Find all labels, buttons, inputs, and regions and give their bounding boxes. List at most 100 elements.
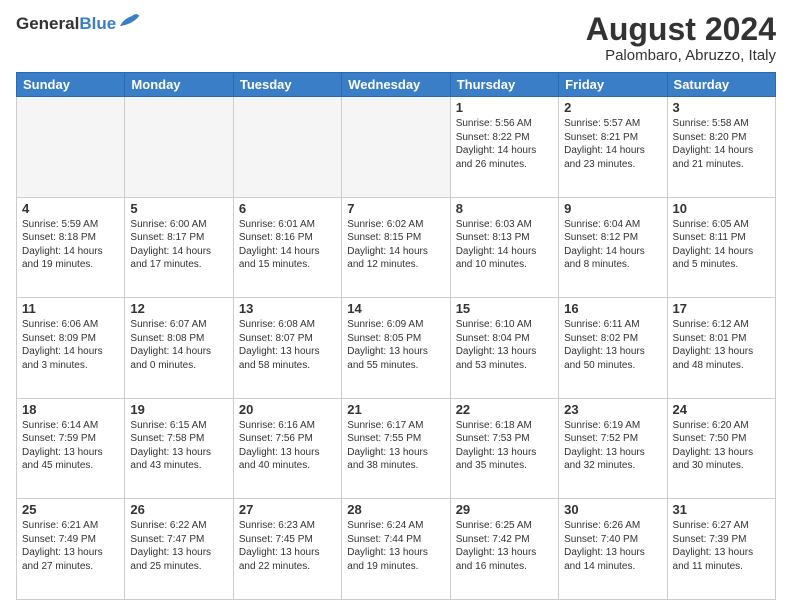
subtitle: Palombaro, Abruzzo, Italy <box>586 47 776 64</box>
calendar-cell-2-6: 9 Sunrise: 6:04 AMSunset: 8:12 PMDaylight… <box>559 197 667 298</box>
cell-info: Sunrise: 6:22 AMSunset: 7:47 PMDaylight:… <box>130 519 227 573</box>
cell-info: Sunrise: 6:15 AMSunset: 7:58 PMDaylight:… <box>130 419 227 473</box>
day-number: 18 <box>22 402 119 417</box>
cell-info: Sunrise: 6:08 AMSunset: 8:07 PMDaylight:… <box>239 318 336 372</box>
cell-info: Sunrise: 5:58 AMSunset: 8:20 PMDaylight:… <box>673 117 770 171</box>
cell-info: Sunrise: 6:21 AMSunset: 7:49 PMDaylight:… <box>22 519 119 573</box>
header-tuesday: Tuesday <box>233 73 341 97</box>
day-number: 11 <box>22 301 119 316</box>
cell-info: Sunrise: 6:19 AMSunset: 7:52 PMDaylight:… <box>564 419 661 473</box>
calendar-cell-1-3 <box>233 97 341 198</box>
cell-info: Sunrise: 6:07 AMSunset: 8:08 PMDaylight:… <box>130 318 227 372</box>
calendar-cell-1-2 <box>125 97 233 198</box>
calendar-cell-4-4: 21 Sunrise: 6:17 AMSunset: 7:55 PMDayligh… <box>342 398 450 499</box>
calendar-cell-3-1: 11 Sunrise: 6:06 AMSunset: 8:09 PMDayligh… <box>17 298 125 399</box>
calendar-cell-4-3: 20 Sunrise: 6:16 AMSunset: 7:56 PMDayligh… <box>233 398 341 499</box>
day-number: 4 <box>22 201 119 216</box>
calendar-cell-4-7: 24Sunrise: 6:20 AMSunset: 7:50 PMDayligh… <box>667 398 775 499</box>
logo-blue-text: Blue <box>79 14 116 34</box>
day-number: 31 <box>673 502 770 517</box>
day-number: 5 <box>130 201 227 216</box>
day-number: 19 <box>130 402 227 417</box>
day-number: 15 <box>456 301 553 316</box>
cell-info: Sunrise: 6:01 AMSunset: 8:16 PMDaylight:… <box>239 218 336 272</box>
calendar-cell-3-4: 14 Sunrise: 6:09 AMSunset: 8:05 PMDayligh… <box>342 298 450 399</box>
calendar-cell-2-1: 4 Sunrise: 5:59 AMSunset: 8:18 PMDaylight… <box>17 197 125 298</box>
cell-info: Sunrise: 6:16 AMSunset: 7:56 PMDaylight:… <box>239 419 336 473</box>
logo-general-text: General <box>16 14 79 34</box>
week-row-1: 1Sunrise: 5:56 AMSunset: 8:22 PMDaylight… <box>17 97 776 198</box>
calendar-cell-2-5: 8Sunrise: 6:03 AMSunset: 8:13 PMDaylight… <box>450 197 558 298</box>
cell-info: Sunrise: 6:11 AMSunset: 8:02 PMDaylight:… <box>564 318 661 372</box>
header-saturday: Saturday <box>667 73 775 97</box>
logo: GeneralBlue <box>16 12 140 35</box>
week-row-5: 25 Sunrise: 6:21 AMSunset: 7:49 PMDayligh… <box>17 499 776 600</box>
week-row-4: 18 Sunrise: 6:14 AMSunset: 7:59 PMDayligh… <box>17 398 776 499</box>
title-block: August 2024 Palombaro, Abruzzo, Italy <box>586 12 776 64</box>
cell-info: Sunrise: 6:06 AMSunset: 8:09 PMDaylight:… <box>22 318 119 372</box>
week-row-3: 11 Sunrise: 6:06 AMSunset: 8:09 PMDayligh… <box>17 298 776 399</box>
main-title: August 2024 <box>586 12 776 47</box>
page: GeneralBlue August 2024 Palombaro, Abruz… <box>0 0 792 612</box>
cell-info: Sunrise: 6:17 AMSunset: 7:55 PMDaylight:… <box>347 419 444 473</box>
calendar-cell-4-2: 19 Sunrise: 6:15 AMSunset: 7:58 PMDayligh… <box>125 398 233 499</box>
calendar-cell-4-6: 23Sunrise: 6:19 AMSunset: 7:52 PMDayligh… <box>559 398 667 499</box>
day-number: 22 <box>456 402 553 417</box>
logo-bird-icon <box>118 12 140 35</box>
calendar-cell-1-4 <box>342 97 450 198</box>
calendar-cell-2-2: 5 Sunrise: 6:00 AMSunset: 8:17 PMDaylight… <box>125 197 233 298</box>
cell-info: Sunrise: 6:20 AMSunset: 7:50 PMDaylight:… <box>673 419 770 473</box>
calendar-table: Sunday Monday Tuesday Wednesday Thursday… <box>16 72 776 600</box>
day-number: 8 <box>456 201 553 216</box>
day-number: 20 <box>239 402 336 417</box>
cell-info: Sunrise: 6:24 AMSunset: 7:44 PMDaylight:… <box>347 519 444 573</box>
calendar-cell-3-6: 16 Sunrise: 6:11 AMSunset: 8:02 PMDayligh… <box>559 298 667 399</box>
day-number: 26 <box>130 502 227 517</box>
cell-info: Sunrise: 6:27 AMSunset: 7:39 PMDaylight:… <box>673 519 770 573</box>
calendar-cell-3-5: 15 Sunrise: 6:10 AMSunset: 8:04 PMDayligh… <box>450 298 558 399</box>
day-number: 27 <box>239 502 336 517</box>
calendar-cell-1-6: 2 Sunrise: 5:57 AMSunset: 8:21 PMDaylight… <box>559 97 667 198</box>
day-number: 16 <box>564 301 661 316</box>
day-number: 28 <box>347 502 444 517</box>
calendar-cell-5-3: 27Sunrise: 6:23 AMSunset: 7:45 PMDayligh… <box>233 499 341 600</box>
cell-info: Sunrise: 6:18 AMSunset: 7:53 PMDaylight:… <box>456 419 553 473</box>
week-row-2: 4 Sunrise: 5:59 AMSunset: 8:18 PMDaylight… <box>17 197 776 298</box>
header: GeneralBlue August 2024 Palombaro, Abruz… <box>16 12 776 64</box>
header-friday: Friday <box>559 73 667 97</box>
calendar-cell-4-5: 22 Sunrise: 6:18 AMSunset: 7:53 PMDayligh… <box>450 398 558 499</box>
day-number: 10 <box>673 201 770 216</box>
weekday-header-row: Sunday Monday Tuesday Wednesday Thursday… <box>17 73 776 97</box>
cell-info: Sunrise: 6:14 AMSunset: 7:59 PMDaylight:… <box>22 419 119 473</box>
cell-info: Sunrise: 6:05 AMSunset: 8:11 PMDaylight:… <box>673 218 770 272</box>
header-wednesday: Wednesday <box>342 73 450 97</box>
cell-info: Sunrise: 5:57 AMSunset: 8:21 PMDaylight:… <box>564 117 661 171</box>
cell-info: Sunrise: 6:26 AMSunset: 7:40 PMDaylight:… <box>564 519 661 573</box>
cell-info: Sunrise: 6:00 AMSunset: 8:17 PMDaylight:… <box>130 218 227 272</box>
day-number: 6 <box>239 201 336 216</box>
calendar-cell-5-1: 25 Sunrise: 6:21 AMSunset: 7:49 PMDayligh… <box>17 499 125 600</box>
calendar-cell-2-7: 10 Sunrise: 6:05 AMSunset: 8:11 PMDayligh… <box>667 197 775 298</box>
day-number: 21 <box>347 402 444 417</box>
header-thursday: Thursday <box>450 73 558 97</box>
day-number: 25 <box>22 502 119 517</box>
calendar-cell-5-6: 30 Sunrise: 6:26 AMSunset: 7:40 PMDayligh… <box>559 499 667 600</box>
calendar-cell-5-4: 28 Sunrise: 6:24 AMSunset: 7:44 PMDayligh… <box>342 499 450 600</box>
cell-info: Sunrise: 5:59 AMSunset: 8:18 PMDaylight:… <box>22 218 119 272</box>
cell-info: Sunrise: 6:09 AMSunset: 8:05 PMDaylight:… <box>347 318 444 372</box>
day-number: 14 <box>347 301 444 316</box>
calendar-cell-5-5: 29Sunrise: 6:25 AMSunset: 7:42 PMDayligh… <box>450 499 558 600</box>
cell-info: Sunrise: 6:10 AMSunset: 8:04 PMDaylight:… <box>456 318 553 372</box>
day-number: 7 <box>347 201 444 216</box>
day-number: 9 <box>564 201 661 216</box>
header-monday: Monday <box>125 73 233 97</box>
cell-info: Sunrise: 6:04 AMSunset: 8:12 PMDaylight:… <box>564 218 661 272</box>
day-number: 12 <box>130 301 227 316</box>
calendar-cell-2-4: 7Sunrise: 6:02 AMSunset: 8:15 PMDaylight… <box>342 197 450 298</box>
day-number: 2 <box>564 100 661 115</box>
day-number: 30 <box>564 502 661 517</box>
calendar-cell-1-1 <box>17 97 125 198</box>
day-number: 1 <box>456 100 553 115</box>
calendar-cell-1-7: 3Sunrise: 5:58 AMSunset: 8:20 PMDaylight… <box>667 97 775 198</box>
calendar-cell-1-5: 1Sunrise: 5:56 AMSunset: 8:22 PMDaylight… <box>450 97 558 198</box>
